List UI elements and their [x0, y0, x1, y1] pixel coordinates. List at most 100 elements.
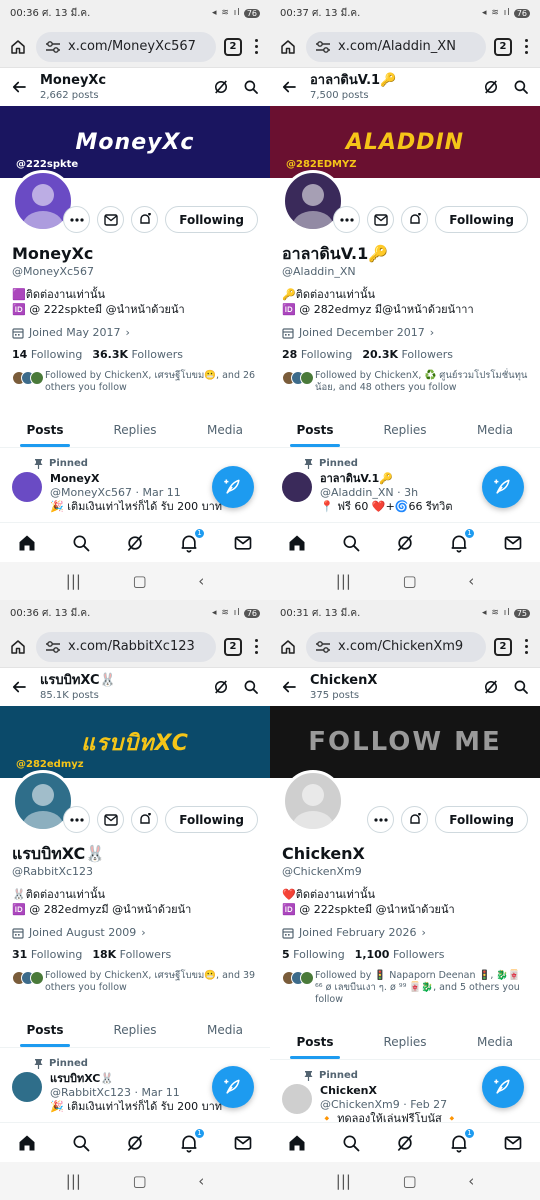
grok-icon[interactable] [212, 78, 230, 96]
post-avatar[interactable] [12, 472, 42, 502]
grok-icon[interactable] [212, 678, 230, 696]
site-settings-icon[interactable] [315, 40, 331, 54]
nav-home-icon[interactable] [17, 533, 37, 553]
home-icon[interactable] [278, 37, 298, 57]
nav-grok-icon[interactable] [125, 1133, 145, 1153]
browser-menu-icon[interactable] [250, 639, 262, 654]
tab-posts[interactable]: Posts [270, 1024, 360, 1059]
post-author[interactable]: แรบบิทXC🐰 [50, 1072, 222, 1086]
back-arrow-icon[interactable] [280, 78, 298, 96]
home-icon[interactable] [8, 637, 28, 657]
compose-post-button[interactable] [212, 466, 254, 508]
tab-replies[interactable]: Replies [90, 1012, 180, 1047]
tab-replies[interactable]: Replies [360, 412, 450, 447]
recent-apps-icon[interactable]: ||| [66, 1172, 81, 1190]
grok-icon[interactable] [482, 678, 500, 696]
joined-date[interactable]: Joined August 2009 › [12, 926, 260, 939]
nav-search-icon[interactable] [71, 533, 91, 553]
back-button-icon[interactable]: ‹ [198, 1172, 204, 1190]
nav-notifications-icon[interactable]: 1 [449, 1127, 475, 1153]
home-icon[interactable] [278, 637, 298, 657]
tab-media[interactable]: Media [450, 412, 540, 447]
url-field[interactable]: x.com/MoneyXc567 [36, 31, 216, 62]
more-options-button[interactable] [63, 206, 91, 233]
following-stat[interactable]: 14 Following [12, 348, 82, 361]
notify-bell-button[interactable] [401, 206, 429, 233]
search-icon[interactable] [512, 78, 530, 96]
site-settings-icon[interactable] [45, 640, 61, 654]
nav-search-icon[interactable] [71, 1133, 91, 1153]
nav-home-icon[interactable] [17, 1133, 37, 1153]
more-options-button[interactable] [333, 206, 361, 233]
post-author[interactable]: อาลาดินV.1🔑 [320, 472, 452, 486]
grok-icon[interactable] [482, 78, 500, 96]
profile-avatar[interactable] [282, 770, 344, 832]
following-stat[interactable]: 5 Following [282, 948, 345, 961]
nav-notifications-icon[interactable]: 1 [179, 1127, 205, 1153]
nav-grok-icon[interactable] [395, 1133, 415, 1153]
notify-bell-button[interactable] [401, 806, 429, 833]
nav-messages-icon[interactable] [503, 533, 523, 553]
notify-bell-button[interactable] [131, 206, 159, 233]
tab-switcher-button[interactable]: 2 [224, 37, 242, 56]
tab-posts[interactable]: Posts [0, 412, 90, 447]
following-button[interactable]: Following [435, 806, 528, 833]
post-author[interactable]: ChickenX [320, 1084, 459, 1098]
following-button[interactable]: Following [165, 206, 258, 233]
browser-menu-icon[interactable] [250, 39, 262, 54]
nav-home-icon[interactable] [287, 533, 307, 553]
following-stat[interactable]: 31 Following [12, 948, 82, 961]
more-options-button[interactable] [63, 806, 91, 833]
recent-apps-icon[interactable]: ||| [336, 572, 351, 590]
post-author[interactable]: MoneyX [50, 472, 222, 486]
nav-search-icon[interactable] [341, 1133, 361, 1153]
nav-messages-icon[interactable] [233, 533, 253, 553]
post-avatar[interactable] [12, 1072, 42, 1102]
url-field[interactable]: x.com/RabbitXc123 [36, 631, 216, 662]
post-avatar[interactable] [282, 472, 312, 502]
nav-search-icon[interactable] [341, 533, 361, 553]
tab-replies[interactable]: Replies [360, 1024, 450, 1059]
back-arrow-icon[interactable] [10, 78, 28, 96]
message-button[interactable] [367, 206, 395, 233]
site-settings-icon[interactable] [315, 640, 331, 654]
nav-messages-icon[interactable] [503, 1133, 523, 1153]
post-avatar[interactable] [282, 1084, 312, 1114]
following-stat[interactable]: 28 Following [282, 348, 352, 361]
followers-stat[interactable]: 36.3K Followers [92, 348, 183, 361]
followed-by[interactable]: Followed by ChickenX, เศรษฐีโบขม😬, and 2… [12, 370, 260, 394]
recent-apps-icon[interactable]: ||| [336, 1172, 351, 1190]
message-button[interactable] [97, 806, 125, 833]
compose-post-button[interactable] [212, 1066, 254, 1108]
joined-date[interactable]: Joined December 2017 › [282, 326, 530, 339]
recent-apps-icon[interactable]: ||| [66, 572, 81, 590]
nav-grok-icon[interactable] [395, 533, 415, 553]
home-icon[interactable] [8, 37, 28, 57]
url-field[interactable]: x.com/Aladdin_XN [306, 31, 486, 62]
nav-messages-icon[interactable] [233, 1133, 253, 1153]
nav-grok-icon[interactable] [125, 533, 145, 553]
search-icon[interactable] [242, 78, 260, 96]
more-options-button[interactable] [367, 806, 395, 833]
compose-post-button[interactable] [482, 1066, 524, 1108]
home-button-icon[interactable]: ▢ [132, 572, 146, 590]
browser-menu-icon[interactable] [520, 639, 532, 654]
tab-posts[interactable]: Posts [270, 412, 360, 447]
tab-replies[interactable]: Replies [90, 412, 180, 447]
home-button-icon[interactable]: ▢ [402, 1172, 416, 1190]
back-button-icon[interactable]: ‹ [468, 1172, 474, 1190]
tab-switcher-button[interactable]: 2 [224, 637, 242, 656]
following-button[interactable]: Following [435, 206, 528, 233]
home-button-icon[interactable]: ▢ [132, 1172, 146, 1190]
following-button[interactable]: Following [165, 806, 258, 833]
back-arrow-icon[interactable] [280, 678, 298, 696]
nav-home-icon[interactable] [287, 1133, 307, 1153]
back-button-icon[interactable]: ‹ [468, 572, 474, 590]
nav-notifications-icon[interactable]: 1 [179, 527, 205, 553]
followers-stat[interactable]: 1,100 Followers [355, 948, 445, 961]
tab-media[interactable]: Media [180, 412, 270, 447]
joined-date[interactable]: Joined May 2017 › [12, 326, 260, 339]
followed-by[interactable]: Followed by ChickenX, เศรษฐีโบขม😬, and 3… [12, 970, 260, 994]
followers-stat[interactable]: 18K Followers [92, 948, 171, 961]
followers-stat[interactable]: 20.3K Followers [362, 348, 453, 361]
